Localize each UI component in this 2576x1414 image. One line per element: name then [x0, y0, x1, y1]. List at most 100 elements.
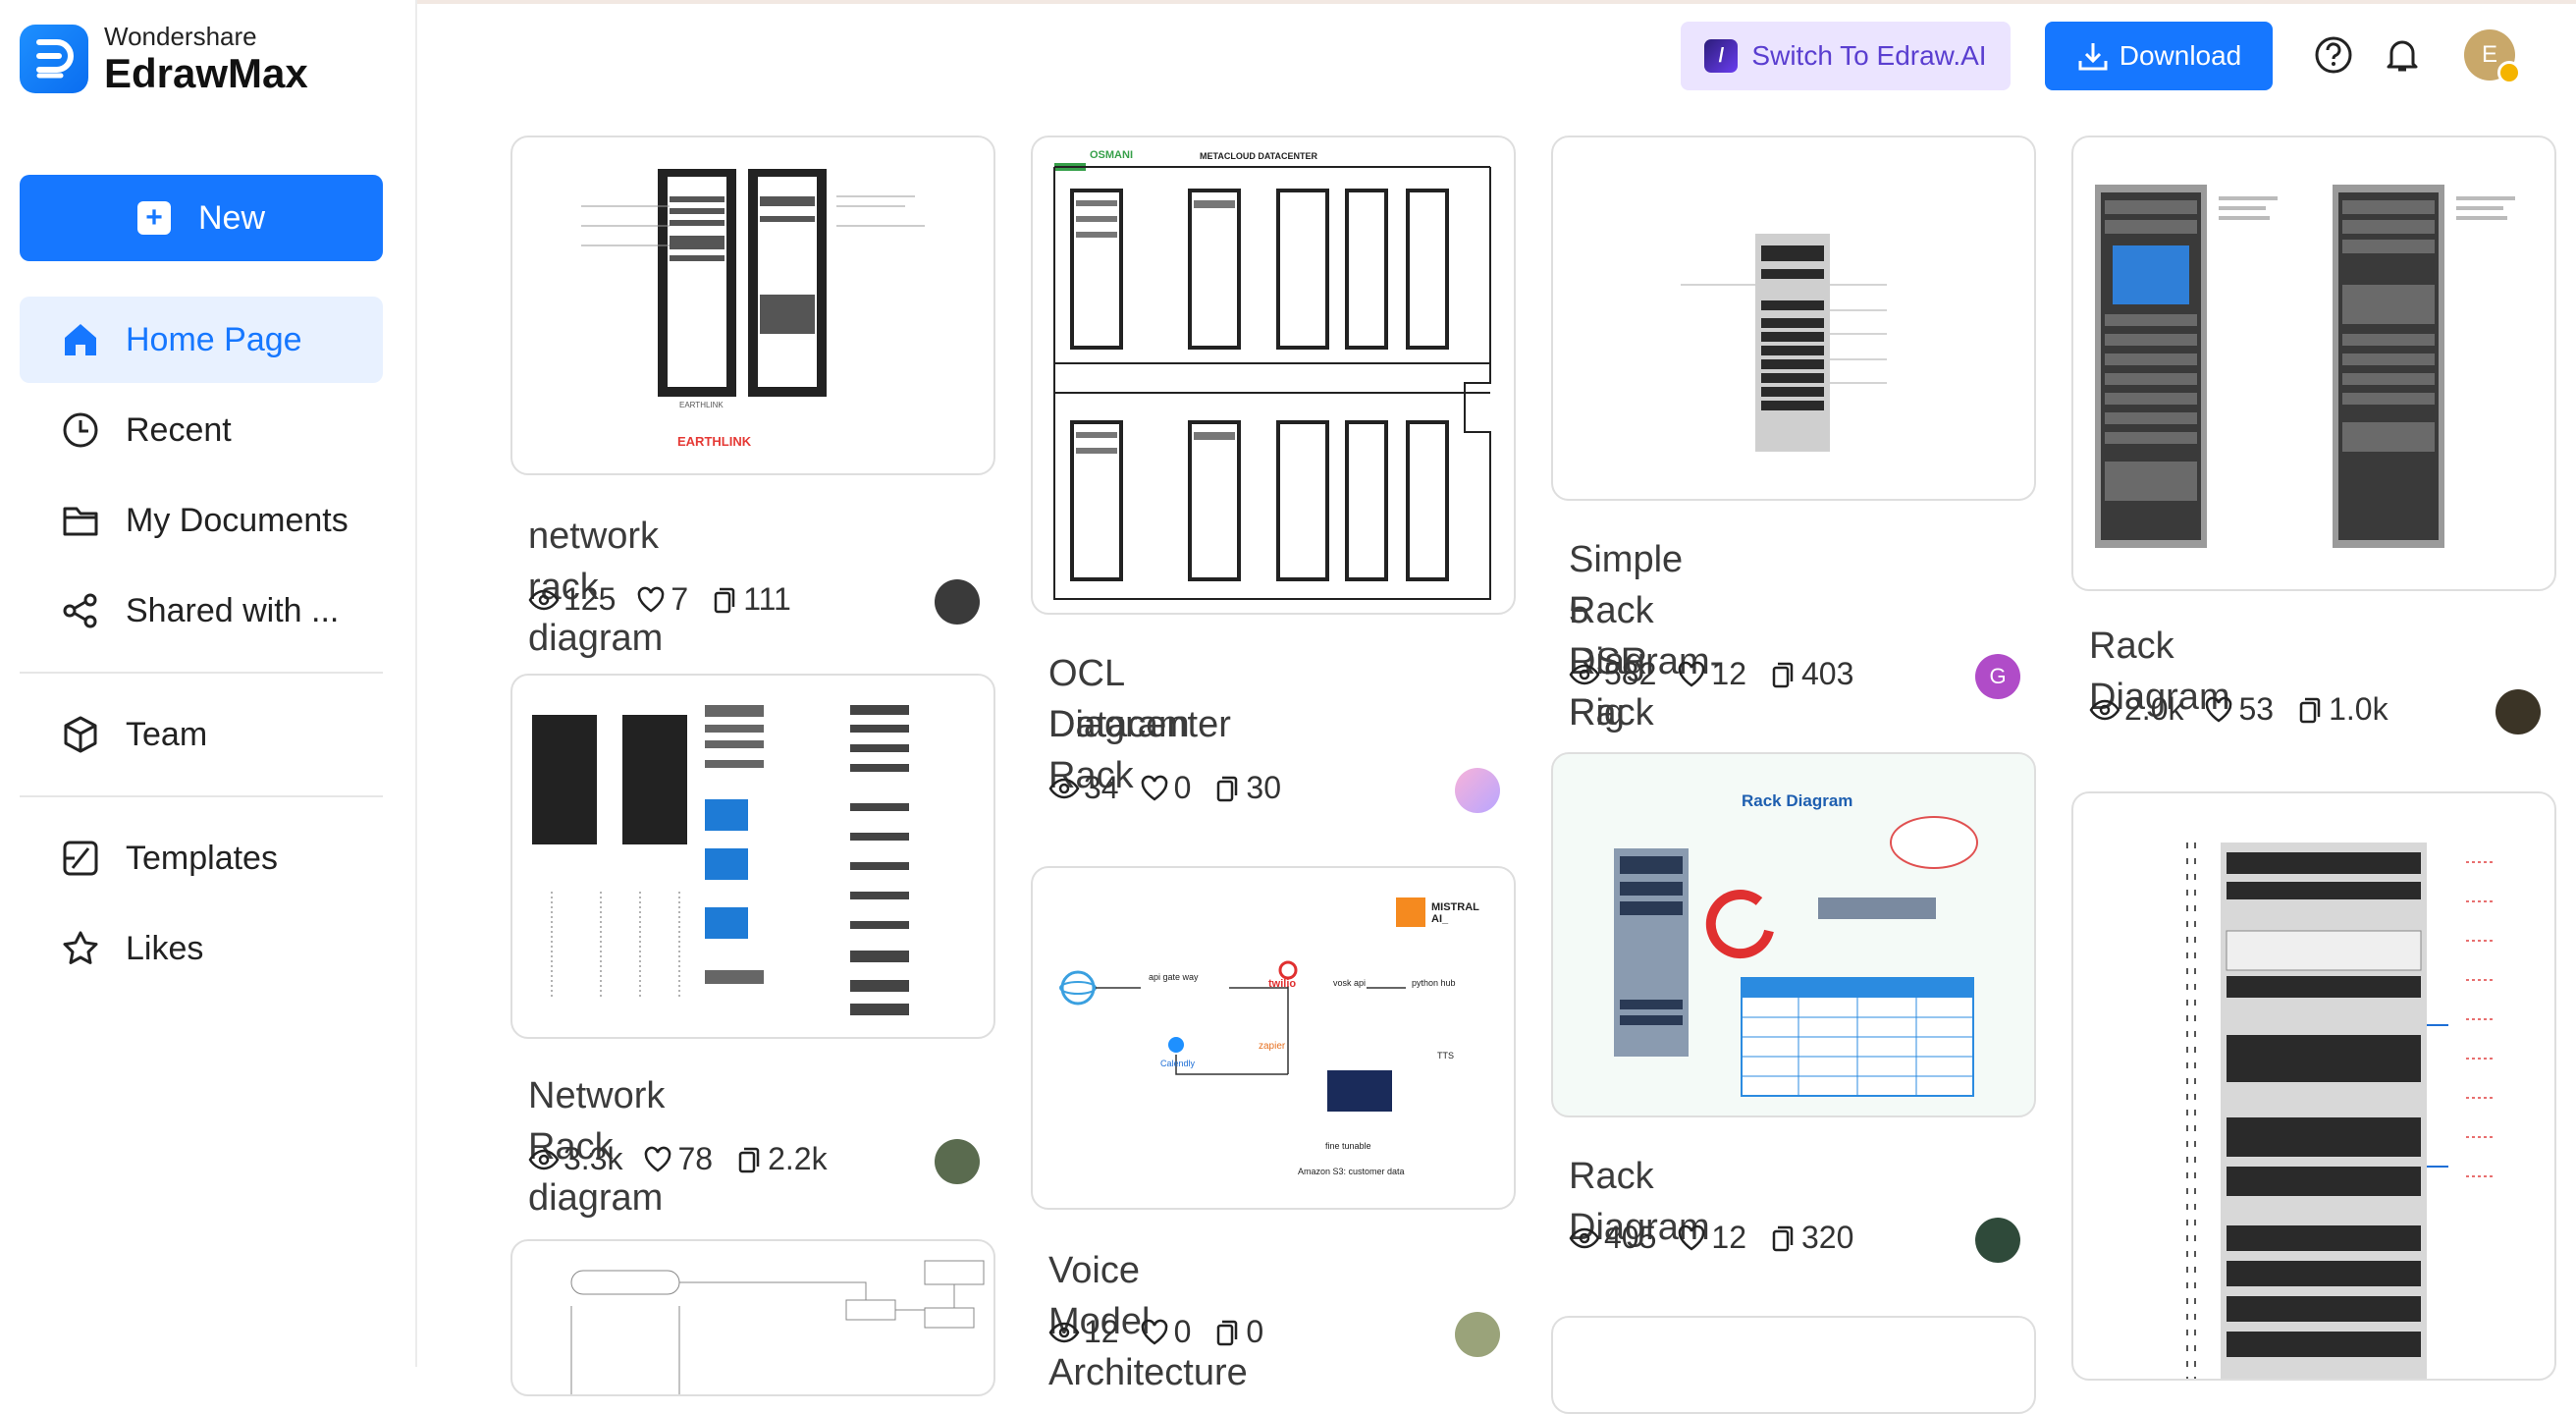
heart-icon — [1141, 775, 1167, 801]
copy-icon — [738, 1147, 760, 1172]
eye-icon — [1569, 664, 1600, 684]
card-stats: 2.0k 53 1.0k — [2089, 691, 2408, 728]
sidebar-item-templates[interactable]: Templates — [20, 815, 383, 901]
eye-icon — [528, 589, 560, 610]
copy-count: 403 — [1800, 656, 1854, 691]
sidebar-divider — [20, 795, 383, 797]
card-thumbnail[interactable]: Rack Diagram — [1551, 752, 2036, 1117]
eye-icon — [2089, 699, 2120, 720]
plus-icon: + — [136, 201, 171, 235]
ocl-header: METACLOUD DATACENTER — [1200, 151, 1317, 161]
svg-text:EARTHLINK: EARTHLINK — [679, 401, 724, 409]
user-avatar[interactable]: E — [2464, 29, 2521, 84]
view-count: 582 — [1604, 656, 1657, 691]
vosk-label: vosk api — [1333, 978, 1367, 988]
author-avatar[interactable] — [1455, 768, 1500, 813]
eye-icon — [1569, 1227, 1600, 1248]
card-stats: 12 0 0 — [1048, 1314, 1283, 1350]
card-title-line2[interactable]: Diagram — [1048, 699, 1190, 750]
heart-icon — [638, 586, 665, 613]
team-cube-icon — [64, 716, 97, 753]
edrawmax-logo-icon — [20, 25, 88, 93]
author-avatar[interactable]: G — [1975, 654, 2020, 699]
brand-company: Wondershare — [104, 22, 257, 51]
copy-icon — [1772, 662, 1794, 687]
python-label: python hub — [1412, 978, 1456, 988]
card-thumbnail[interactable] — [1551, 136, 2036, 501]
card-stats: 34 0 30 — [1048, 770, 1301, 806]
author-avatar[interactable] — [1455, 1312, 1500, 1357]
card-thumbnail[interactable]: OSMANI METACLOUD DATACENTER — [1031, 136, 1516, 615]
copy-icon — [714, 587, 735, 613]
like-count: 53 — [2238, 691, 2275, 727]
copy-count: 30 — [1246, 770, 1281, 805]
tts-label: TTS — [1437, 1051, 1454, 1060]
author-avatar[interactable] — [935, 579, 980, 625]
card-thumbnail[interactable] — [1551, 1316, 2036, 1414]
card-thumbnail[interactable] — [510, 674, 995, 1039]
heart-icon — [2206, 696, 2232, 723]
like-count: 12 — [1711, 656, 1746, 691]
ocl-brand: OSMANI — [1090, 149, 1133, 161]
sidebar-item-my-documents[interactable]: My Documents — [20, 477, 383, 564]
sidebar-item-team[interactable]: Team — [20, 691, 383, 778]
like-count: 0 — [1173, 1314, 1192, 1349]
like-count: 0 — [1173, 770, 1192, 805]
bell-icon[interactable] — [2383, 35, 2422, 75]
card-thumbnail[interactable]: MISTRAL AI_ twilio api gate way vosk api… — [1031, 866, 1516, 1210]
view-count: 405 — [1604, 1220, 1657, 1255]
home-icon — [65, 324, 96, 355]
api-gateway-label: api gate way — [1149, 972, 1199, 982]
download-button[interactable]: Download — [2045, 22, 2273, 90]
app-logo[interactable]: Wondershare EdrawMax — [20, 24, 308, 94]
view-count: 34 — [1084, 770, 1119, 805]
view-count: 12 — [1084, 1314, 1119, 1349]
like-count: 12 — [1711, 1220, 1746, 1255]
card-stats: 3.3k 78 2.2k — [528, 1141, 847, 1177]
clock-icon — [63, 412, 98, 448]
card-thumbnail[interactable] — [510, 1239, 995, 1396]
heart-icon — [1141, 1319, 1167, 1345]
card-thumbnail[interactable] — [2071, 136, 2556, 591]
copy-count: 111 — [743, 581, 791, 617]
sidebar-item-likes[interactable]: Likes — [20, 905, 383, 992]
earthlink-logo: EARTHLINK — [677, 434, 752, 449]
rack-diagram-thumbnail: EARTHLINK — [581, 169, 925, 409]
zapier-label: zapier — [1259, 1041, 1286, 1052]
sidebar-item-label: Home Page — [126, 320, 302, 358]
help-icon[interactable] — [2314, 35, 2353, 75]
author-avatar[interactable] — [1975, 1218, 2020, 1263]
datacenter-thumbnail — [1053, 163, 1491, 600]
brand-name: EdrawMax — [104, 50, 308, 96]
star-icon — [63, 931, 98, 964]
twilio-label: twilio — [1268, 978, 1297, 990]
avatar-letter: E — [2481, 41, 2497, 68]
copy-count: 0 — [1246, 1314, 1264, 1349]
card-thumbnail[interactable]: EARTHLINK EARTHLINK — [510, 136, 995, 475]
card-stats: 125 7 111 — [528, 581, 811, 618]
card-thumbnail[interactable] — [2071, 791, 2556, 1381]
switch-to-edraw-ai-button[interactable]: / Switch To Edraw.AI — [1681, 22, 2011, 90]
sidebar-item-label: Recent — [126, 410, 232, 449]
sidebar-item-label: Likes — [126, 929, 204, 967]
author-avatar[interactable] — [935, 1139, 980, 1184]
card-stats: 582 12 403 — [1569, 656, 1873, 692]
sidebar-item-label: My Documents — [126, 501, 349, 539]
sidebar-item-shared[interactable]: Shared with ... — [20, 568, 383, 654]
sidebar-item-label: Templates — [126, 839, 278, 877]
calendly-label: Calendly — [1160, 1059, 1196, 1068]
flowchart-thumbnail — [570, 1260, 985, 1394]
s3-label: Amazon S3: customer data — [1298, 1167, 1405, 1176]
copy-icon — [1217, 1320, 1238, 1345]
sidebar-item-home-page[interactable]: Home Page — [20, 297, 383, 383]
heart-icon — [1679, 1224, 1705, 1251]
sidebar-item-label: Team — [126, 715, 208, 753]
fine-tunable-label: fine tunable — [1325, 1141, 1371, 1151]
card-stats: 405 12 320 — [1569, 1220, 1873, 1256]
simple-rack-thumbnail — [1681, 234, 1887, 452]
author-avatar[interactable] — [2496, 689, 2541, 734]
switch-label: Switch To Edraw.AI — [1751, 40, 1987, 71]
new-button[interactable]: + New — [20, 175, 383, 261]
sidebar-item-recent[interactable]: Recent — [20, 387, 383, 473]
like-count: 7 — [671, 581, 689, 617]
